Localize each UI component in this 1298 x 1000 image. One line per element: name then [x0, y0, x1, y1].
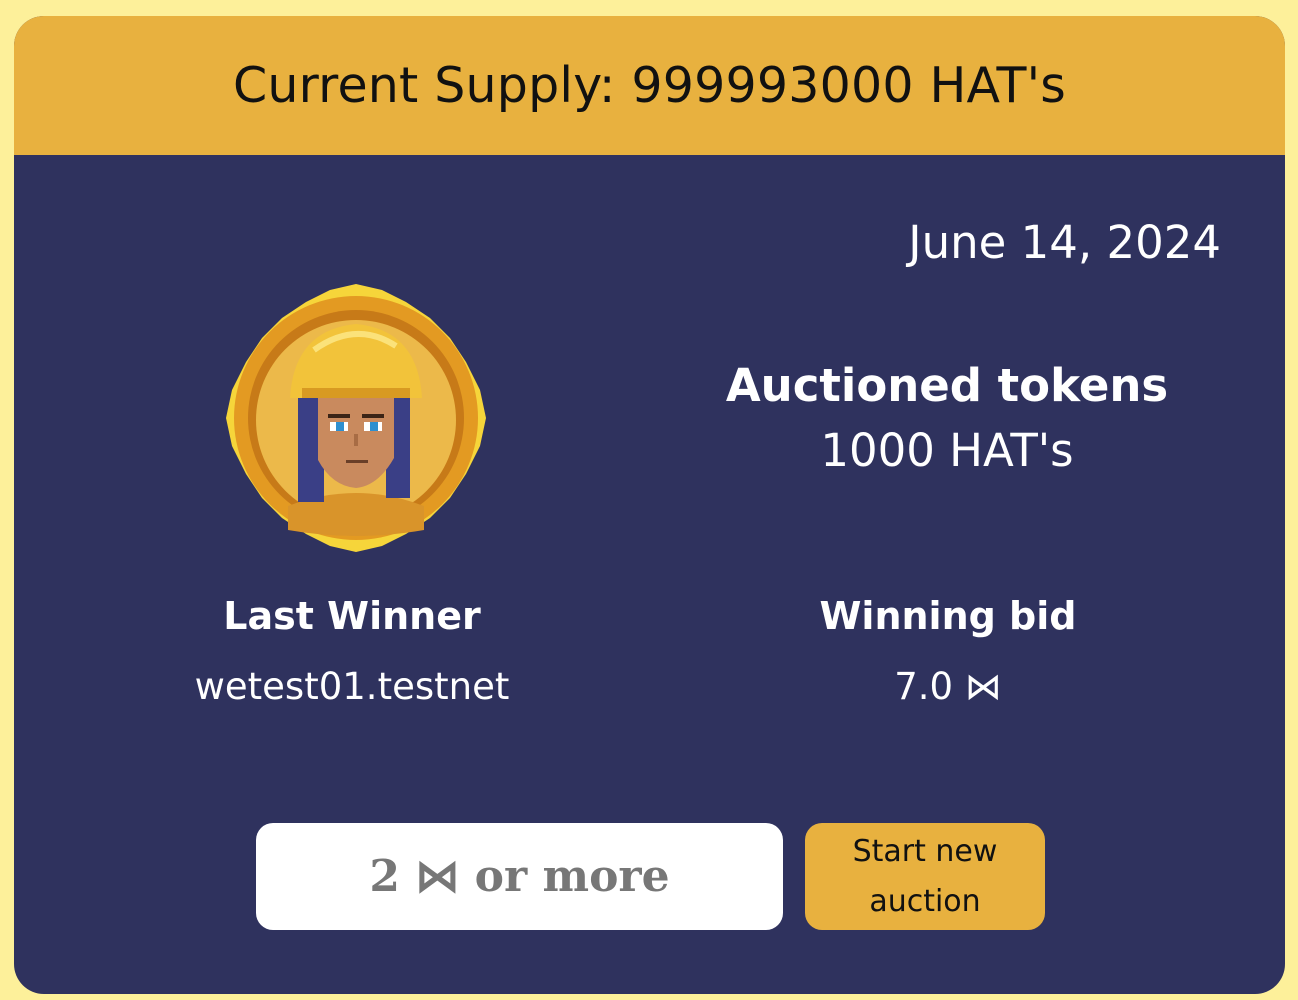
last-winner-section: Last Winner wetest01.testnet	[144, 594, 560, 709]
auctioned-tokens-section: Auctioned tokens 1000 HAT's	[674, 356, 1220, 486]
last-winner-label: Last Winner	[223, 594, 481, 638]
auctioned-tokens-value: 1000 HAT's	[820, 424, 1074, 477]
winning-bid-label: Winning bid	[819, 594, 1077, 638]
current-supply-title: Current Supply: 999993000 HAT's	[233, 57, 1066, 114]
hat-miner-coin-icon	[226, 284, 486, 552]
winning-bid-value: 7.0 ⋈	[894, 665, 1002, 708]
bid-amount-input[interactable]	[256, 823, 783, 930]
auction-date: June 14, 2024	[908, 216, 1221, 269]
supply-header: Current Supply: 999993000 HAT's	[14, 16, 1285, 155]
auction-card: Current Supply: 999993000 HAT's June 14,…	[14, 16, 1285, 994]
last-winner-value: wetest01.testnet	[194, 665, 510, 708]
auctioned-tokens-label: Auctioned tokens	[725, 359, 1169, 412]
start-new-auction-button[interactable]: Start new auction	[805, 823, 1045, 930]
winning-bid-section: Winning bid 7.0 ⋈	[714, 594, 1182, 709]
